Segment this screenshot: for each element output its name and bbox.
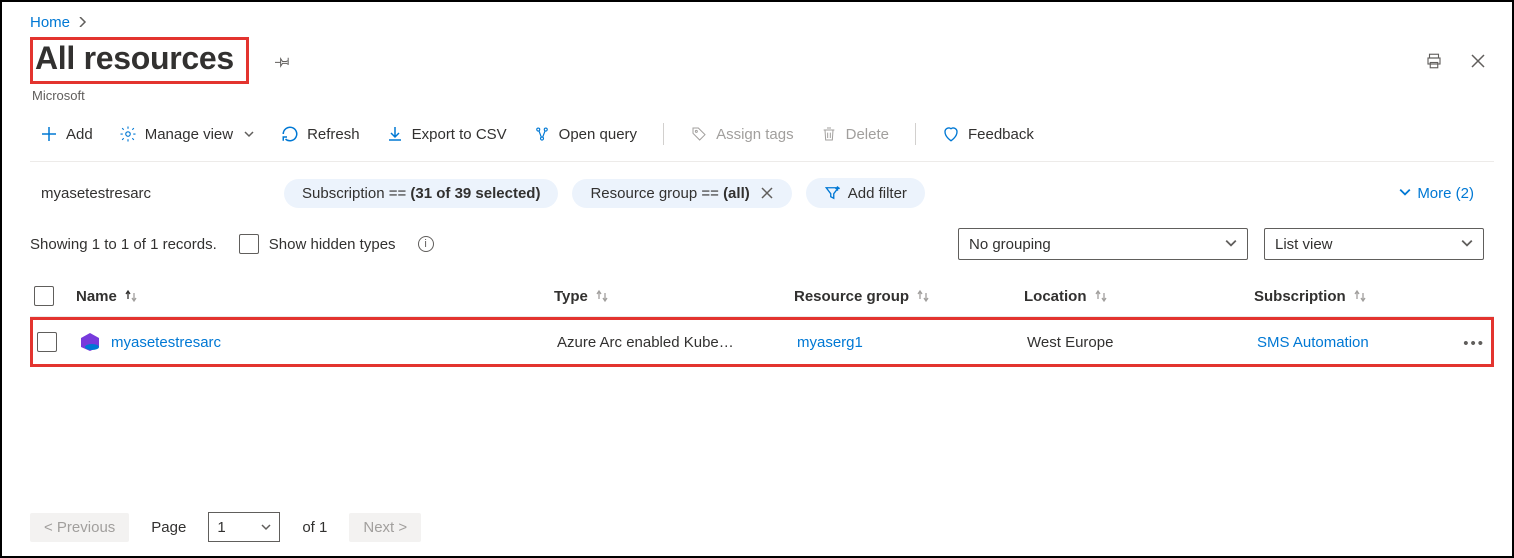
download-icon: [386, 125, 404, 143]
col-rg-header[interactable]: Resource group: [794, 288, 1024, 305]
row-more-icon[interactable]: •••: [1463, 333, 1485, 352]
clear-rg-filter-icon[interactable]: [760, 186, 774, 200]
chevron-down-icon: [261, 519, 271, 536]
resource-name-link[interactable]: myasetestresarc: [111, 334, 221, 351]
grouping-value: No grouping: [969, 236, 1051, 253]
assign-tags-label: Assign tags: [716, 126, 794, 143]
resource-group-link[interactable]: myaserg1: [797, 334, 863, 351]
delete-button: Delete: [810, 121, 899, 147]
export-csv-label: Export to CSV: [412, 126, 507, 143]
feedback-label: Feedback: [968, 126, 1034, 143]
sort-icon: [1093, 288, 1109, 304]
query-icon: [533, 125, 551, 143]
delete-label: Delete: [846, 126, 889, 143]
filter-subscription-value: (31 of 39 selected): [410, 185, 540, 202]
grouping-select[interactable]: No grouping: [958, 228, 1248, 260]
refresh-button[interactable]: Refresh: [271, 121, 370, 147]
page-title: All resources: [30, 37, 249, 84]
open-query-label: Open query: [559, 126, 637, 143]
export-csv-button[interactable]: Export to CSV: [376, 121, 517, 147]
resource-type: Azure Arc enabled Kube…: [557, 334, 797, 351]
sort-icon: [123, 288, 139, 304]
row-checkbox[interactable]: [37, 332, 57, 352]
chevron-down-icon: [1461, 236, 1473, 253]
separator: [915, 123, 916, 145]
page-number: 1: [217, 519, 225, 536]
show-hidden-checkbox[interactable]: Show hidden types: [239, 234, 396, 254]
search-input[interactable]: myasetestresarc: [30, 176, 270, 210]
table-row[interactable]: myasetestresarc Azure Arc enabled Kube… …: [30, 317, 1494, 367]
sort-icon: [915, 288, 931, 304]
filter-rg-label: Resource group ==: [590, 185, 723, 202]
manage-view-button[interactable]: Manage view: [109, 121, 265, 147]
pagination: < Previous Page 1 of 1 Next >: [30, 512, 421, 542]
more-filters-button[interactable]: More (2): [1399, 185, 1494, 202]
separator: [663, 123, 664, 145]
filter-resource-group[interactable]: Resource group == (all): [572, 179, 791, 208]
prev-page-button: < Previous: [30, 513, 129, 542]
add-filter-button[interactable]: Add filter: [806, 178, 925, 208]
sort-icon: [1352, 288, 1368, 304]
pin-icon[interactable]: [271, 49, 295, 73]
sort-icon: [594, 288, 610, 304]
view-select[interactable]: List view: [1264, 228, 1484, 260]
subtitle: Microsoft: [32, 88, 1494, 103]
chevron-down-icon: [243, 128, 255, 140]
heart-icon: [942, 125, 960, 143]
refresh-icon: [281, 125, 299, 143]
col-loc-header[interactable]: Location: [1024, 288, 1254, 305]
breadcrumb-home[interactable]: Home: [30, 14, 70, 31]
page-of: of 1: [302, 519, 327, 536]
page-label: Page: [151, 519, 186, 536]
add-filter-label: Add filter: [848, 185, 907, 202]
filter-row: myasetestresarc Subscription == (31 of 3…: [30, 162, 1494, 218]
subscription-link[interactable]: SMS Automation: [1257, 334, 1369, 351]
more-filters-label: More (2): [1417, 185, 1474, 202]
gear-icon: [119, 125, 137, 143]
table-header: Name Type Resource group Location Subscr…: [30, 276, 1494, 317]
tag-icon: [690, 125, 708, 143]
col-sub-header[interactable]: Subscription: [1254, 288, 1490, 305]
show-hidden-label: Show hidden types: [269, 236, 396, 253]
feedback-button[interactable]: Feedback: [932, 121, 1044, 147]
kubernetes-arc-icon: [79, 332, 101, 352]
print-icon[interactable]: [1424, 51, 1444, 71]
chevron-right-icon: [78, 14, 88, 31]
manage-view-label: Manage view: [145, 126, 233, 143]
assign-tags-button: Assign tags: [680, 121, 804, 147]
add-button[interactable]: Add: [30, 121, 103, 147]
chevron-down-icon: [1399, 185, 1411, 202]
select-all-checkbox[interactable]: [34, 286, 54, 306]
chevron-down-icon: [1225, 236, 1237, 253]
checkbox-icon: [239, 234, 259, 254]
col-name-header[interactable]: Name: [76, 288, 554, 305]
trash-icon: [820, 125, 838, 143]
plus-icon: [40, 125, 58, 143]
info-icon[interactable]: i: [418, 236, 434, 252]
command-bar: Add Manage view Refresh Export to CSV Op…: [30, 115, 1494, 162]
breadcrumb: Home: [30, 10, 1494, 37]
add-label: Add: [66, 126, 93, 143]
add-filter-icon: [824, 184, 842, 202]
view-value: List view: [1275, 236, 1333, 253]
resource-location: West Europe: [1027, 334, 1257, 351]
close-icon[interactable]: [1468, 51, 1488, 71]
refresh-label: Refresh: [307, 126, 360, 143]
records-count: Showing 1 to 1 of 1 records.: [30, 236, 217, 253]
open-query-button[interactable]: Open query: [523, 121, 647, 147]
col-type-header[interactable]: Type: [554, 288, 794, 305]
filter-subscription[interactable]: Subscription == (31 of 39 selected): [284, 179, 558, 208]
next-page-button: Next >: [349, 513, 421, 542]
filter-rg-value: (all): [723, 185, 750, 202]
filter-subscription-label: Subscription ==: [302, 185, 410, 202]
page-select[interactable]: 1: [208, 512, 280, 542]
